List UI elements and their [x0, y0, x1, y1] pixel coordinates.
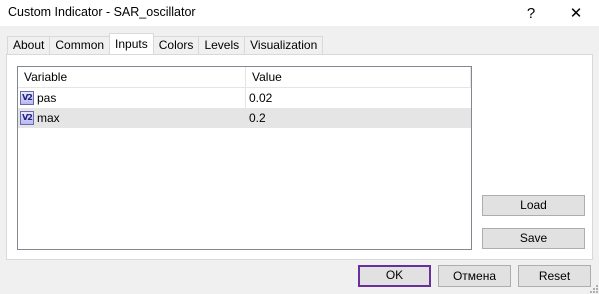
load-button[interactable]: Load	[482, 195, 585, 216]
variable-cell[interactable]: V2 pas	[18, 88, 246, 108]
tab-colors[interactable]: Colors	[152, 36, 200, 54]
window-title: Custom Indicator - SAR_oscillator	[8, 5, 196, 19]
variable-name: pas	[37, 91, 57, 105]
cancel-button[interactable]: Отмена	[438, 265, 511, 287]
close-button[interactable]: ✕	[553, 0, 599, 26]
variable-name: max	[37, 111, 60, 125]
double-variable-icon: V2	[20, 91, 34, 105]
tab-about[interactable]: About	[7, 36, 51, 54]
value-cell[interactable]: 0.2	[246, 108, 266, 128]
save-button[interactable]: Save	[482, 228, 585, 249]
ok-button[interactable]: OK	[358, 265, 431, 287]
custom-indicator-dialog: Custom Indicator - SAR_oscillator ? ✕ Ab…	[0, 0, 599, 294]
question-mark-icon: ?	[526, 4, 536, 22]
value-cell[interactable]: 0.02	[246, 88, 272, 108]
close-icon: ✕	[569, 5, 583, 22]
table-row[interactable]: V2 max 0.2	[18, 108, 471, 128]
inputs-grid: Variable Value V2 pas 0.02 V2 max 0.2	[17, 66, 472, 250]
header-divider	[470, 67, 471, 87]
help-button[interactable]: ?	[508, 0, 554, 26]
grid-header: Variable Value	[18, 67, 471, 88]
tab-levels[interactable]: Levels	[198, 36, 246, 54]
column-header-variable[interactable]: Variable	[18, 67, 246, 87]
tab-strip: About Common Inputs Colors Levels Visual…	[7, 33, 324, 54]
tab-inputs[interactable]: Inputs	[109, 33, 154, 54]
tab-visualization[interactable]: Visualization	[244, 36, 324, 54]
double-variable-icon: V2	[20, 111, 34, 125]
variable-cell[interactable]: V2 max	[18, 108, 246, 128]
reset-button[interactable]: Reset	[518, 265, 591, 287]
resize-grip[interactable]	[588, 283, 598, 293]
table-row[interactable]: V2 pas 0.02	[18, 88, 471, 108]
tab-common[interactable]: Common	[49, 36, 111, 54]
title-bar: Custom Indicator - SAR_oscillator ? ✕	[0, 0, 599, 26]
column-header-value[interactable]: Value	[246, 67, 471, 87]
